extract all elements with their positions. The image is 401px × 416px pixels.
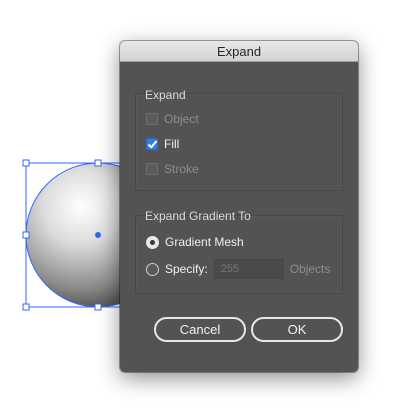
gradient-mesh-label: Gradient Mesh	[165, 235, 244, 249]
center-point	[95, 232, 101, 238]
stroke-label: Stroke	[164, 162, 199, 176]
dialog-title: Expand	[216, 43, 262, 59]
object-label: Object	[164, 112, 199, 126]
stroke-checkbox[interactable]	[146, 163, 158, 175]
stroke-option[interactable]: Stroke	[146, 162, 199, 176]
selection-handle	[22, 303, 30, 311]
specify-objects-input[interactable]: 255	[213, 259, 284, 279]
expand-gradient-group	[135, 215, 343, 294]
specify-radio[interactable]	[146, 262, 159, 276]
expand-group-title: Expand	[145, 88, 186, 102]
fill-option[interactable]: Fill	[146, 137, 179, 151]
object-option[interactable]: Object	[146, 112, 199, 126]
object-checkbox[interactable]	[146, 113, 158, 125]
fill-label: Fill	[164, 137, 180, 151]
dialog-titlebar[interactable]: Expand	[120, 41, 358, 62]
selection-handle	[94, 159, 102, 167]
specify-option[interactable]: Specify: 255 Objects	[146, 259, 330, 279]
objects-label: Objects	[289, 262, 331, 276]
specify-label: Specify:	[165, 262, 208, 276]
ok-button[interactable]: OK	[251, 317, 343, 342]
gradient-mesh-option[interactable]: Gradient Mesh	[146, 235, 244, 249]
fill-checkbox[interactable]	[146, 138, 158, 150]
selection-handle	[94, 303, 102, 311]
gradient-mesh-radio[interactable]	[146, 235, 159, 249]
selection-handle	[22, 159, 30, 167]
expand-dialog: Expand Expand Object Fill Stroke Expand …	[120, 41, 358, 372]
cancel-button[interactable]: Cancel	[154, 317, 246, 342]
expand-gradient-group-title: Expand Gradient To	[145, 209, 251, 223]
selection-handle	[22, 231, 30, 239]
